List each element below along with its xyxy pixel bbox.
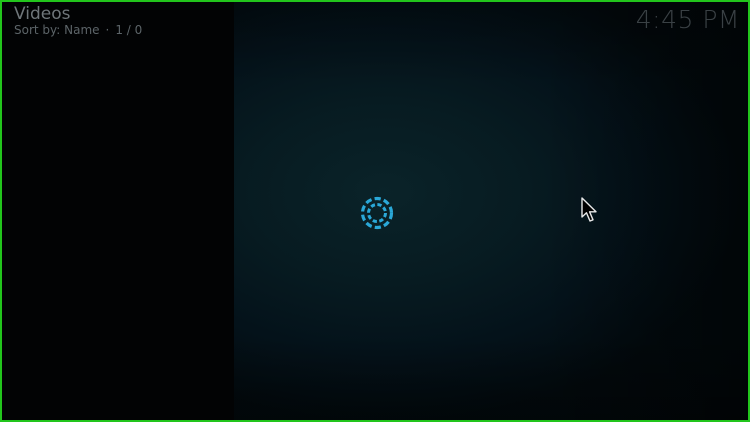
sort-label[interactable]: Sort by: Name: [14, 23, 100, 37]
clock: 4:45 PM: [635, 5, 740, 34]
busy-spinner-icon: [360, 196, 394, 230]
item-count: 1 / 0: [115, 23, 143, 37]
content-area: [234, 2, 748, 420]
app-window: Videos Sort by: Name · 1 / 0 4:45 PM: [0, 0, 750, 422]
mouse-pointer-icon: [581, 197, 597, 222]
page-title: Videos: [14, 4, 71, 24]
separator-dot: ·: [105, 23, 110, 37]
sort-info[interactable]: Sort by: Name · 1 / 0: [14, 22, 142, 38]
left-panel: [2, 2, 234, 420]
